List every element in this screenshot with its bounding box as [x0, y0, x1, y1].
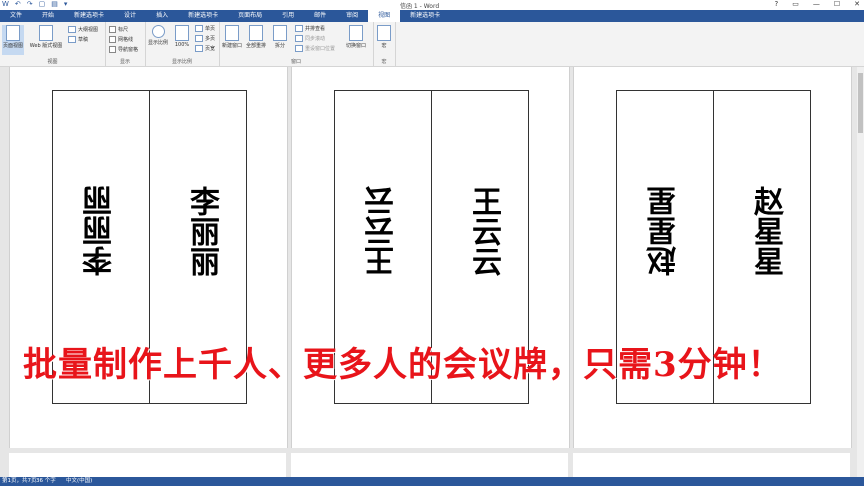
nav-pane-checkbox[interactable]: 导航窗格	[109, 46, 138, 53]
group-label-show: 显示	[119, 59, 130, 65]
title-bar: W ↶ ↷ ▢ ▤ ▾ 信函 1 - Word ? ▭ — ☐ ✕	[0, 0, 864, 10]
web-view-button[interactable]: Web 版式视图	[26, 25, 66, 49]
tab-new-1[interactable]: 新建选项卡	[64, 10, 114, 22]
status-bar: 第1页，共7页 36 个字 中文(中国)	[0, 477, 864, 486]
tab-new-2[interactable]: 新建选项卡	[178, 10, 228, 22]
sync-scroll-icon	[295, 35, 303, 42]
page-1[interactable]: 李丽丽 李丽丽	[9, 67, 288, 448]
layout-icon[interactable]: ▤	[51, 0, 58, 8]
language-status[interactable]: 中文(中国)	[66, 477, 92, 486]
page-next[interactable]	[573, 453, 850, 477]
tab-home[interactable]: 开始	[32, 10, 64, 22]
one-page-button[interactable]: 单页	[195, 25, 215, 32]
new-window-icon	[225, 25, 239, 41]
group-views: 页面视图 Web 版式视图 大纲视图 草稿 视图	[0, 22, 106, 66]
page-3[interactable]: 赵星星 赵星星	[573, 67, 852, 448]
card-name: 李丽丽	[184, 186, 219, 276]
ribbon: 页面视图 Web 版式视图 大纲视图 草稿 视图 标尺 网格线 导航窗格 显示 …	[0, 22, 864, 67]
page-count[interactable]: 第1页，共7页	[2, 477, 37, 486]
group-window: 新建窗口 全部重排 拆分 并排查看 同步滚动 重设窗口位置 切换窗口 窗口	[219, 22, 374, 66]
outline-icon	[68, 26, 76, 33]
print-preview-icon[interactable]: ▢	[39, 0, 46, 8]
tab-new-3[interactable]: 新建选项卡	[400, 10, 450, 22]
document-area[interactable]: 李丽丽 李丽丽 王云云 王云云 赵星星 赵星星	[0, 67, 864, 477]
sync-scroll-button[interactable]: 同步滚动	[295, 35, 325, 42]
window-title: 信函 1 - Word	[400, 3, 440, 10]
word-count[interactable]: 36 个字	[36, 477, 56, 486]
customize-qa-icon[interactable]: ▾	[64, 0, 68, 8]
macros-button[interactable]: 宏	[373, 25, 395, 49]
page-width-icon	[195, 45, 203, 52]
group-label-zoom: 显示比例	[171, 59, 192, 65]
side-by-side-button[interactable]: 并排查看	[295, 25, 325, 32]
promo-banner: 批量制作上千人、更多人的会议牌，只需3分钟！	[23, 345, 783, 385]
draft-icon	[68, 36, 76, 43]
tab-page-layout[interactable]: 页面布局	[228, 10, 272, 22]
tab-review[interactable]: 审阅	[336, 10, 368, 22]
card-name-flipped: 李丽丽	[83, 186, 118, 276]
page-next[interactable]	[9, 453, 286, 477]
redo-icon[interactable]: ↷	[27, 0, 33, 8]
reset-pos-icon	[295, 45, 303, 52]
undo-icon[interactable]: ↶	[15, 0, 21, 8]
tab-file[interactable]: 文件	[0, 10, 33, 22]
arrange-all-icon	[249, 25, 263, 41]
ribbon-display-icon[interactable]: ▭	[792, 0, 799, 8]
gridlines-checkbox[interactable]: 网格线	[109, 36, 133, 43]
page-width-button[interactable]: 页宽	[195, 45, 215, 52]
tab-view[interactable]: 视图	[368, 10, 401, 22]
multi-page-icon	[195, 35, 203, 42]
minimize-icon[interactable]: —	[813, 0, 820, 8]
reset-pos-button[interactable]: 重设窗口位置	[295, 45, 335, 52]
group-zoom: 显示比例 100% 单页 多页 页宽 显示比例	[145, 22, 220, 66]
group-label-window: 窗口	[290, 59, 301, 65]
multi-page-button[interactable]: 多页	[195, 35, 215, 42]
tab-references[interactable]: 引用	[272, 10, 304, 22]
tab-mailings[interactable]: 邮件	[304, 10, 336, 22]
maximize-icon[interactable]: ☐	[834, 0, 840, 8]
card-name: 赵星星	[748, 186, 783, 276]
card-name-flipped: 王云云	[365, 186, 400, 276]
zoom-100-button[interactable]: 100%	[171, 25, 193, 48]
group-macros: 宏 宏	[373, 22, 396, 66]
group-label-macros: 宏	[381, 59, 387, 65]
ruler-checkbox[interactable]: 标尺	[109, 26, 128, 33]
zoom-button[interactable]: 显示比例	[147, 25, 169, 46]
ribbon-tabs: 文件 开始 新建选项卡 设计 插入 新建选项卡 页面布局 引用 邮件 审阅 视图…	[0, 10, 864, 22]
new-window-button[interactable]: 新建窗口	[221, 25, 243, 49]
draft-button[interactable]: 草稿	[68, 36, 88, 43]
switch-window-icon	[349, 25, 363, 41]
split-button[interactable]: 拆分	[269, 25, 291, 49]
page-view-icon	[6, 25, 20, 41]
quick-access-toolbar: W ↶ ↷ ▢ ▤ ▾	[2, 0, 67, 8]
page-view-button[interactable]: 页面视图	[2, 25, 24, 55]
tab-insert[interactable]: 插入	[146, 10, 178, 22]
scrollbar-thumb[interactable]	[858, 73, 863, 133]
zoom-100-icon	[175, 25, 189, 41]
page-next[interactable]	[291, 453, 568, 477]
side-by-side-icon	[295, 25, 303, 32]
switch-window-button[interactable]: 切换窗口	[345, 25, 367, 49]
close-icon[interactable]: ✕	[854, 0, 860, 8]
arrange-all-button[interactable]: 全部重排	[245, 25, 267, 49]
tab-design[interactable]: 设计	[114, 10, 146, 22]
group-label-views: 视图	[47, 59, 58, 65]
card-name-flipped: 赵星星	[647, 186, 682, 276]
vertical-scrollbar[interactable]	[857, 67, 864, 477]
split-icon	[273, 25, 287, 41]
help-icon[interactable]: ?	[775, 0, 779, 8]
group-show: 标尺 网格线 导航窗格 显示	[105, 22, 146, 66]
page-2[interactable]: 王云云 王云云	[291, 67, 570, 448]
one-page-icon	[195, 25, 203, 32]
magnifier-icon	[151, 25, 165, 38]
window-controls: ? ▭ — ☐ ✕	[775, 0, 861, 8]
outline-button[interactable]: 大纲视图	[68, 26, 98, 33]
macros-icon	[377, 25, 391, 41]
word-logo-icon: W	[2, 0, 9, 8]
card-name: 王云云	[466, 186, 501, 276]
web-view-icon	[39, 25, 53, 41]
